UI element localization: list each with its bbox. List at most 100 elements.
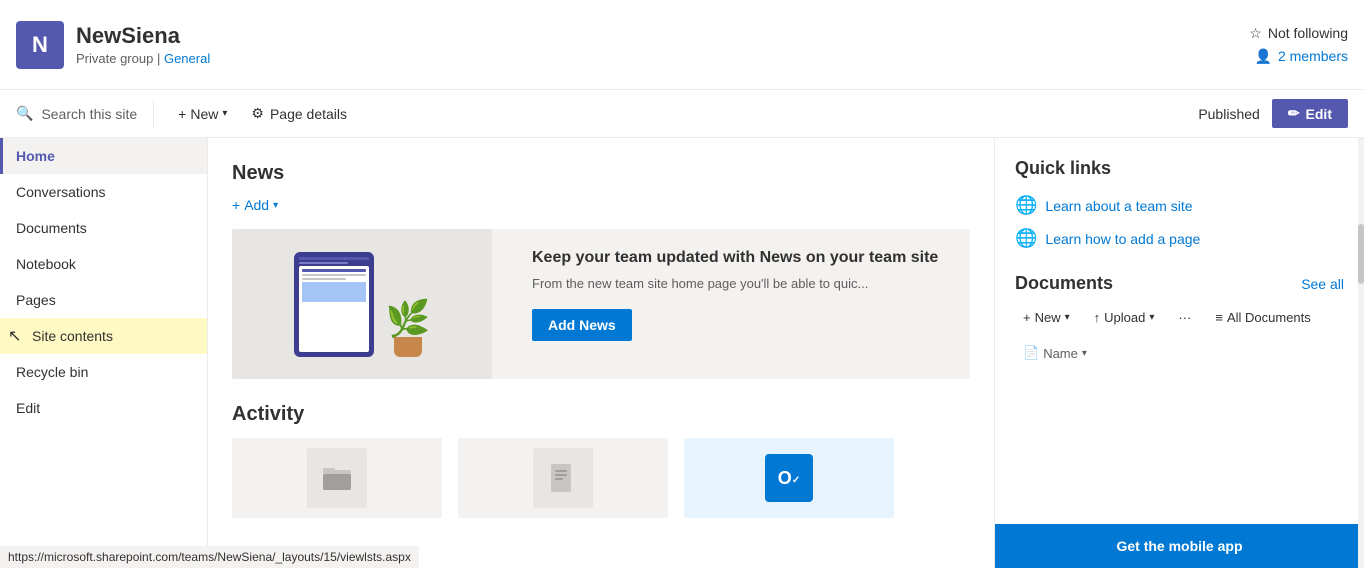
see-all-link[interactable]: See all: [1301, 276, 1344, 292]
right-panel: Quick links 🌐 Learn about a team site 🌐 …: [994, 138, 1364, 568]
activity-cards: O ✓: [232, 438, 970, 518]
quick-link-label-2: Learn how to add a page: [1045, 231, 1200, 247]
main-content: News + Add ▾: [208, 138, 994, 568]
page-details-label: Page details: [270, 106, 347, 122]
top-right-area: ☆ Not following 👤 2 members: [1249, 25, 1348, 65]
activity-card-icon-1: [307, 448, 367, 508]
sidebar-item-home[interactable]: Home: [0, 138, 207, 174]
outlook-checkmark: ✓: [792, 475, 800, 486]
screen-line-3: [302, 278, 347, 280]
activity-card-1: [232, 438, 442, 518]
doc-upload-label: Upload: [1104, 310, 1145, 325]
sidebar-item-notebook[interactable]: Notebook: [0, 246, 207, 282]
pages-icon: [547, 462, 579, 494]
toolbar-left: 🔍 Search this site + New ▾ ⚙ Page detail…: [16, 100, 347, 128]
search-icon: 🔍: [16, 105, 33, 122]
tablet-screen: [299, 266, 369, 352]
edit-button[interactable]: ✏ Edit: [1272, 99, 1348, 128]
sidebar-item-notebook-label: Notebook: [16, 256, 76, 272]
name-col-label: Name: [1043, 346, 1078, 361]
plant-leaves-icon: 🌿: [386, 301, 431, 337]
main-layout: Home Conversations Documents Notebook Pa…: [0, 138, 1364, 568]
sidebar-item-edit[interactable]: Edit: [0, 390, 207, 426]
page-details-button[interactable]: ⚙ Page details: [251, 105, 347, 122]
site-sep: |: [157, 51, 164, 66]
activity-card-icon-2: [533, 448, 593, 508]
doc-all-docs-label: All Documents: [1227, 310, 1311, 325]
sidebar: Home Conversations Documents Notebook Pa…: [0, 138, 208, 568]
toolbar: 🔍 Search this site + New ▾ ⚙ Page detail…: [0, 90, 1364, 138]
site-channel-link[interactable]: General: [164, 51, 210, 66]
quick-link-item-2[interactable]: 🌐 Learn how to add a page: [1015, 228, 1344, 249]
add-news-label: Add News: [548, 317, 616, 333]
add-news-link-button[interactable]: + Add ▾: [232, 197, 278, 213]
not-following-button[interactable]: ☆ Not following: [1249, 25, 1348, 42]
documents-header: Documents See all: [1015, 273, 1344, 294]
upload-icon: ↑: [1094, 310, 1101, 325]
screen-line-1: [302, 269, 366, 272]
search-area[interactable]: 🔍 Search this site: [16, 105, 137, 122]
members-count-label: 2 members: [1278, 48, 1348, 64]
status-url: https://microsoft.sharepoint.com/teams/N…: [8, 550, 411, 564]
gear-icon: ⚙: [251, 105, 264, 122]
news-content-area: Keep your team updated with News on your…: [512, 229, 970, 379]
site-group-label: Private group: [76, 51, 153, 66]
doc-new-button[interactable]: + New ▾: [1015, 306, 1078, 329]
news-illustration: 🌿: [274, 232, 451, 377]
search-label: Search this site: [41, 106, 137, 122]
cursor-indicator: ↖: [8, 326, 21, 346]
more-icon: ···: [1178, 310, 1191, 325]
list-icon: ≡: [1215, 310, 1223, 325]
activity-title: Activity: [232, 403, 970, 426]
toolbar-divider: [153, 100, 154, 128]
sidebar-item-conversations-label: Conversations: [16, 184, 106, 200]
toolbar-right: Published ✏ Edit: [1198, 99, 1348, 128]
tablet-device: [294, 252, 374, 357]
screen-line-2: [302, 274, 366, 276]
doc-more-button[interactable]: ···: [1170, 306, 1199, 329]
quick-link-item-1[interactable]: 🌐 Learn about a team site: [1015, 195, 1344, 216]
site-logo-area: N NewSiena Private group | General: [16, 21, 210, 69]
sidebar-item-edit-label: Edit: [16, 400, 40, 416]
sidebar-item-conversations[interactable]: Conversations: [0, 174, 207, 210]
activity-card-3: O ✓: [684, 438, 894, 518]
members-link[interactable]: 👤 2 members: [1255, 48, 1348, 65]
news-section: News + Add ▾: [232, 162, 970, 379]
site-info: NewSiena Private group | General: [76, 23, 210, 66]
sidebar-item-recycle-bin[interactable]: Recycle bin: [0, 354, 207, 390]
activity-card-2: [458, 438, 668, 518]
doc-upload-button[interactable]: ↑ Upload ▾: [1086, 306, 1163, 329]
published-label: Published: [1198, 106, 1260, 122]
plant-pot: [394, 337, 422, 357]
add-news-button[interactable]: Add News: [532, 309, 632, 341]
not-following-label: Not following: [1268, 25, 1348, 41]
quick-links-title: Quick links: [1015, 158, 1344, 179]
scrollbar-thumb[interactable]: [1358, 224, 1364, 284]
news-title: News: [232, 162, 970, 185]
site-subtitle: Private group | General: [76, 51, 210, 66]
documents-section: Documents See all + New ▾ ↑ Upload ▾: [1015, 273, 1344, 365]
sidebar-item-site-contents[interactable]: ↖ Site contents: [0, 318, 207, 354]
outlook-icon: O ✓: [765, 454, 813, 502]
globe-icon-2: 🌐: [1015, 228, 1037, 249]
news-heading: Keep your team updated with News on your…: [532, 249, 950, 267]
site-icon: N: [16, 21, 64, 69]
sidebar-item-documents[interactable]: Documents: [0, 210, 207, 246]
mobile-app-banner[interactable]: Get the mobile app: [995, 524, 1364, 568]
chevron-down-icon: ▾: [222, 108, 227, 119]
doc-new-label: New: [1035, 310, 1061, 325]
quick-link-label-1: Learn about a team site: [1045, 198, 1192, 214]
sidebar-item-home-label: Home: [16, 148, 55, 164]
edit-icon: ✏: [1288, 105, 1300, 122]
doc-all-docs-button[interactable]: ≡ All Documents: [1207, 306, 1318, 329]
add-label: Add: [244, 197, 269, 213]
new-button[interactable]: + New ▾: [170, 102, 235, 126]
content-area: News + Add ▾: [208, 138, 1364, 568]
sidebar-item-recycle-bin-label: Recycle bin: [16, 364, 88, 380]
person-icon: 👤: [1255, 48, 1272, 65]
news-image: 🌿: [232, 229, 492, 379]
tablet-illustration: [294, 252, 374, 357]
sidebar-item-pages[interactable]: Pages: [0, 282, 207, 318]
name-col-sort-icon: ▾: [1082, 348, 1087, 359]
plus-doc-icon: +: [1023, 310, 1031, 325]
